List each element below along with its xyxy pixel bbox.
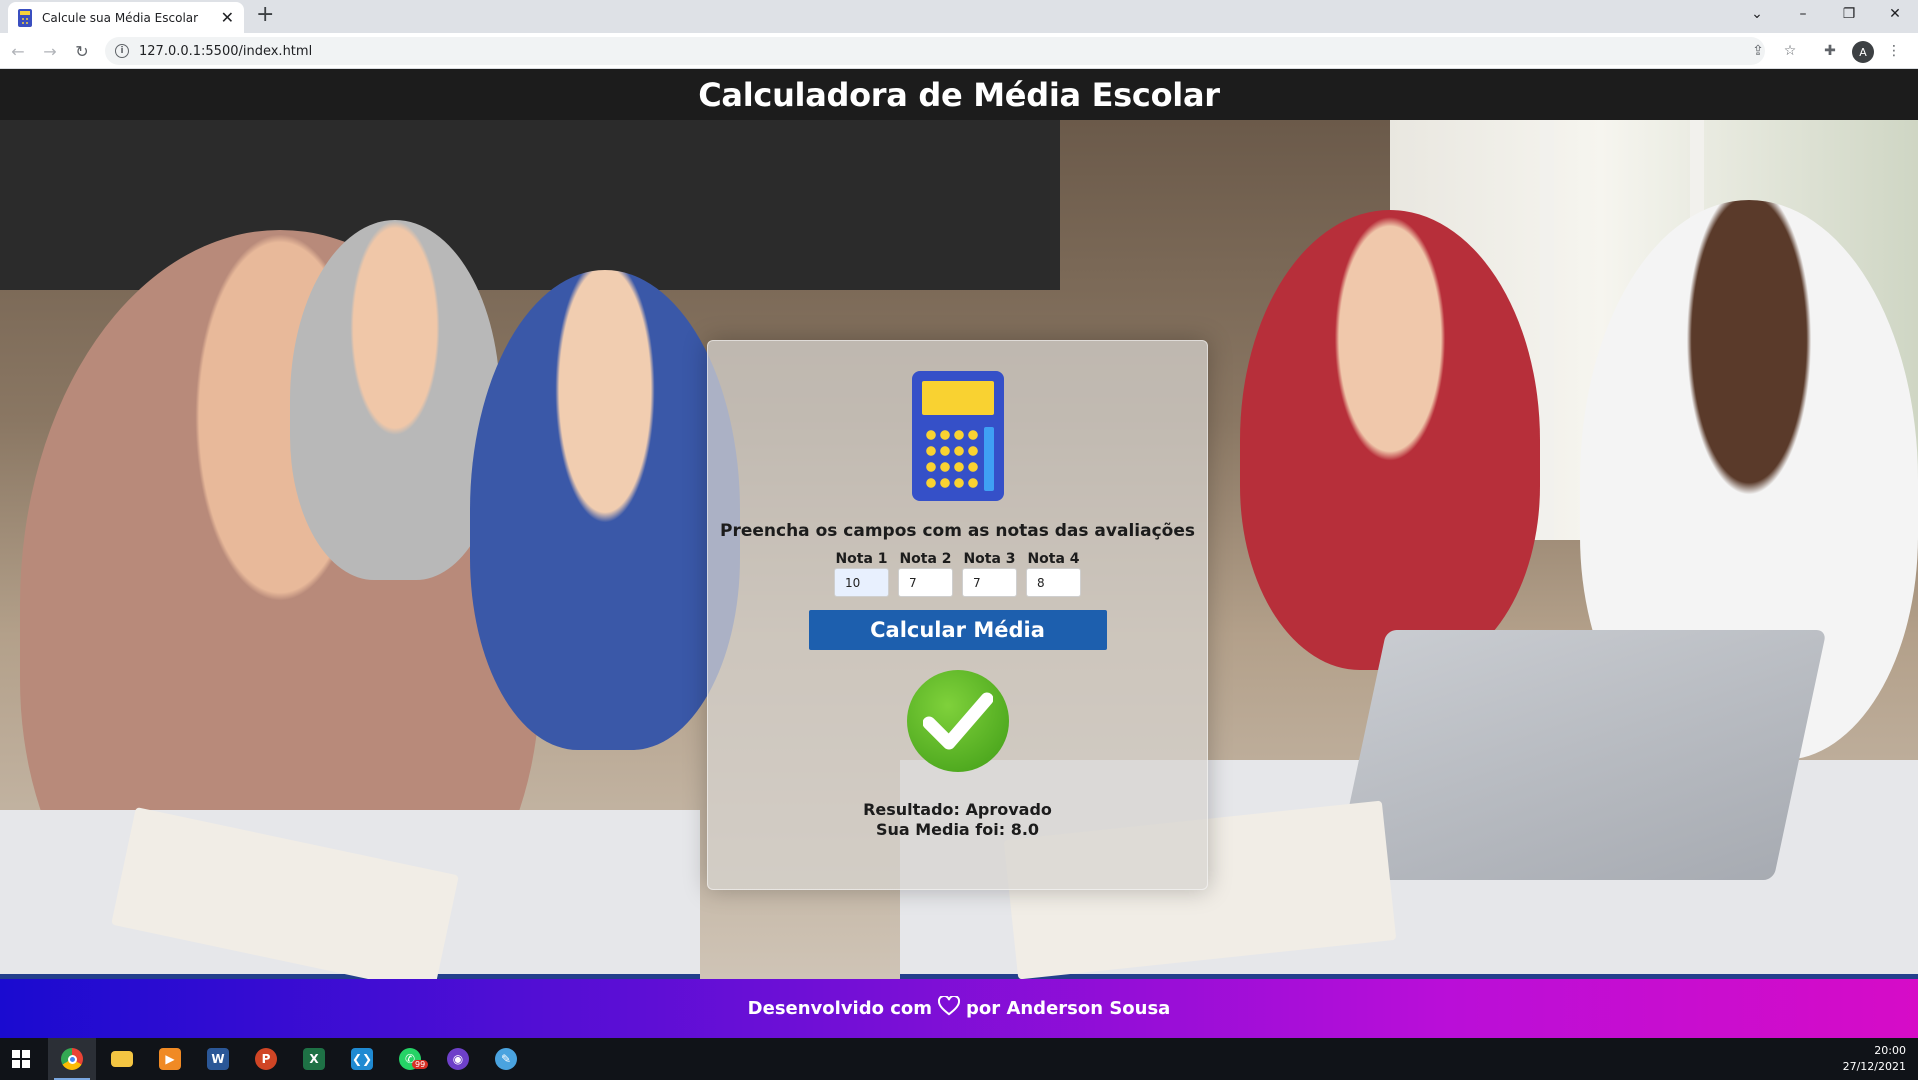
blackboard [0,120,1060,290]
clock-date: 27/12/2021 [1842,1060,1906,1073]
note-4-group: Nota 4 [1026,551,1081,597]
tab-title: Calcule sua Média Escolar [42,10,199,25]
site-info-icon[interactable]: i [115,44,129,58]
window-frame [1540,120,1554,540]
word-icon[interactable]: W [194,1038,242,1080]
note-2-input[interactable] [898,568,953,597]
note-3-label: Nota 3 [963,551,1016,567]
media-player-icon[interactable]: ▶ [146,1038,194,1080]
browser-toolbar: ← → ↻ i 127.0.0.1:5500/index.html ⇪ ☆ ✚ … [0,33,1918,69]
result-status: Resultado: Aprovado [863,800,1052,819]
student-figure [470,270,740,750]
note-1-group: Nota 1 [834,551,889,597]
minimize-icon[interactable]: – [1780,0,1826,28]
browser-tab[interactable]: Calcule sua Média Escolar ✕ [8,2,244,33]
whatsapp-icon[interactable]: ✆ 99 [386,1038,434,1080]
close-window-icon[interactable]: ✕ [1872,0,1918,28]
note-2-label: Nota 2 [899,551,952,567]
share-icon[interactable]: ⇪ [1748,41,1768,61]
github-desktop-icon[interactable]: ◉ [434,1038,482,1080]
instruction-text: Preencha os campos com as notas das aval… [720,521,1195,541]
calculator-card: Preencha os campos com as notas das aval… [707,340,1208,890]
close-tab-icon[interactable]: ✕ [221,9,234,26]
laptop [1333,630,1827,880]
calculator-favicon-icon [18,8,32,27]
tab-search-icon[interactable]: ⌄ [1734,0,1780,28]
address-bar[interactable]: i 127.0.0.1:5500/index.html [105,37,1765,65]
calculate-average-button[interactable]: Calcular Média [808,610,1107,650]
reload-icon[interactable]: ↻ [70,39,94,63]
classroom-background: Preencha os campos com as notas das aval… [0,120,1918,979]
start-menu-icon[interactable] [12,1050,30,1068]
whatsapp-badge: 99 [412,1060,429,1069]
note-1-input[interactable] [834,568,889,597]
page-header: Calculadora de Média Escolar [0,69,1918,120]
restore-icon[interactable]: ❐ [1826,0,1872,28]
menu-icon[interactable]: ⋮ [1884,41,1904,61]
browser-tabbar: Calcule sua Média Escolar ✕ + ⌄ – ❐ ✕ [0,0,1918,33]
clock-time: 20:00 [1874,1044,1906,1057]
grades-form: Nota 1 Nota 2 Nota 3 Nota 4 [834,551,1081,597]
bookmark-star-icon[interactable]: ☆ [1780,41,1800,61]
note-4-label: Nota 4 [1027,551,1080,567]
new-tab-icon[interactable]: + [256,4,274,26]
heart-icon [938,994,961,1021]
vscode-icon[interactable]: ❮❯ [338,1038,386,1080]
footer-text-end: por Anderson Sousa [966,998,1171,1019]
forward-icon[interactable]: → [38,39,62,63]
windows-taskbar: ▶ W P X ❮❯ ✆ 99 ◉ ✎ 20:00 27/12/2021 [0,1038,1918,1080]
back-icon[interactable]: ← [6,39,30,63]
page-footer: Desenvolvido com por Anderson Sousa [0,979,1918,1038]
note-3-input[interactable] [962,568,1017,597]
profile-avatar[interactable]: A [1852,41,1874,63]
note-1-label: Nota 1 [835,551,888,567]
calculator-icon [911,371,1004,501]
result-panel: Resultado: Aprovado Sua Media foi: 8.0 [863,800,1052,840]
chrome-icon[interactable] [48,1038,96,1080]
page-title: Calculadora de Média Escolar [698,75,1220,114]
student-figure [290,220,500,580]
footer-text-start: Desenvolvido com [747,998,933,1019]
approved-check-icon [906,670,1009,772]
note-4-input[interactable] [1026,568,1081,597]
system-clock[interactable]: 20:00 27/12/2021 [1843,1043,1906,1075]
excel-icon[interactable]: X [290,1038,338,1080]
powerpoint-icon[interactable]: P [242,1038,290,1080]
note-2-group: Nota 2 [898,551,953,597]
average-value: Sua Media foi: 8.0 [875,820,1040,839]
url-text: 127.0.0.1:5500/index.html [139,43,313,59]
paint-icon[interactable]: ✎ [482,1038,530,1080]
note-3-group: Nota 3 [962,551,1017,597]
file-explorer-icon[interactable] [98,1038,146,1080]
extensions-icon[interactable]: ✚ [1820,41,1840,61]
student-figure [1240,210,1540,670]
